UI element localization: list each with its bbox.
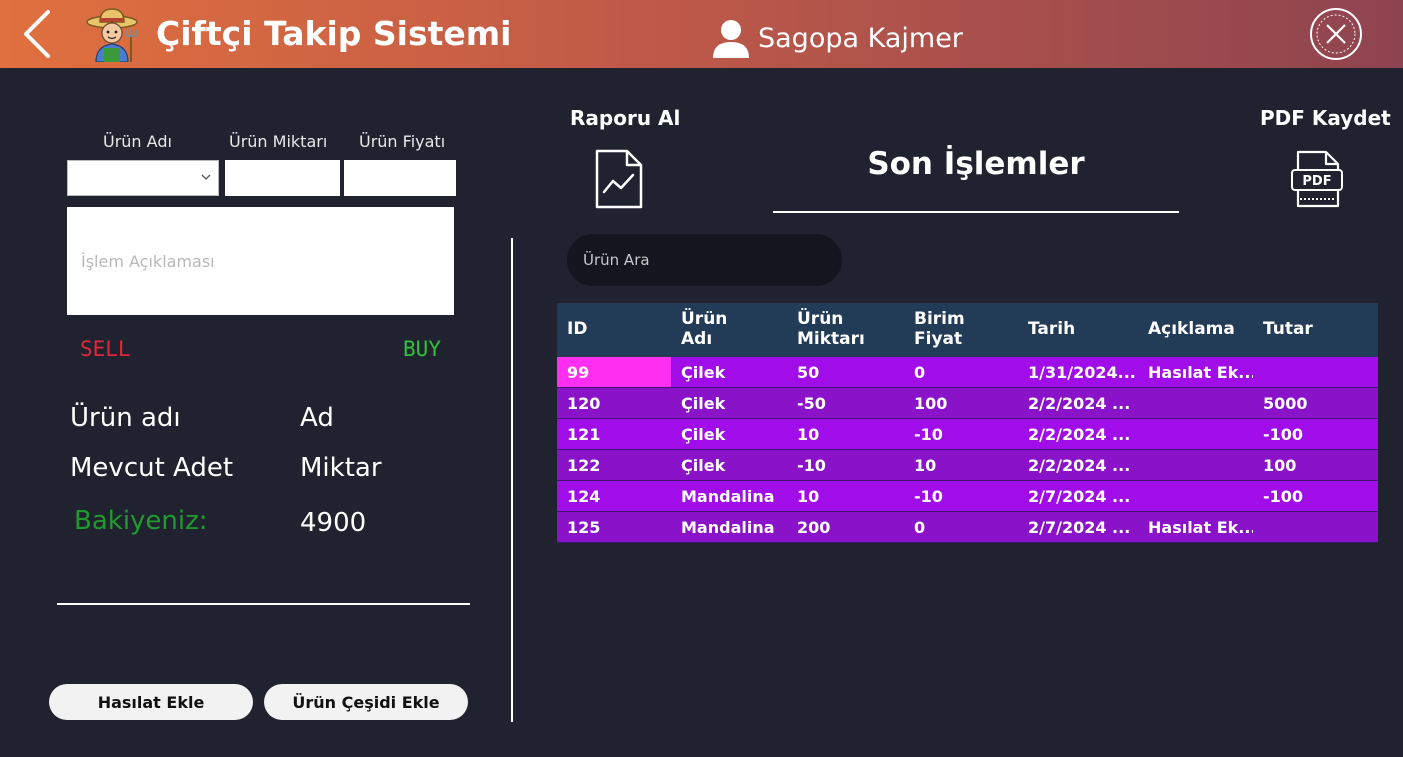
table-row[interactable]: 124 Mandalina 10 -10 2/7/2024 ... -100 <box>557 481 1378 512</box>
column-header-date[interactable]: Tarih <box>1018 303 1138 357</box>
balance-value: 4900 <box>300 508 367 538</box>
table-cell[interactable]: -10 <box>904 481 1018 511</box>
table-row[interactable]: 125 Mandalina 200 0 2/7/2024 ... Hasılat… <box>557 512 1378 543</box>
table-row[interactable]: 99 Çilek 50 0 1/31/2024... Hasılat Ek... <box>557 357 1378 388</box>
recent-transactions-title: Son İşlemler <box>867 146 1085 182</box>
table-row[interactable]: 121 Çilek 10 -10 2/2/2024 ... -100 <box>557 419 1378 450</box>
table-row[interactable]: 122 Çilek -10 10 2/2/2024 ... 100 <box>557 450 1378 481</box>
add-harvest-button[interactable]: Hasılat Ekle <box>49 684 253 720</box>
buy-button[interactable]: BUY <box>403 337 441 361</box>
table-cell[interactable]: 99 <box>557 357 671 387</box>
column-header-unit-price[interactable]: Birim Fiyat <box>904 303 1018 357</box>
panel-divider <box>511 238 513 722</box>
user-icon <box>713 20 749 58</box>
table-cell[interactable]: Çilek <box>671 419 787 449</box>
table-cell[interactable]: -50 <box>787 388 904 418</box>
column-header-product-name[interactable]: Ürün Adı <box>671 303 787 357</box>
pdf-icon-text: PDF <box>1302 174 1331 189</box>
left-divider <box>57 603 470 605</box>
table-cell[interactable]: Çilek <box>671 450 787 480</box>
table-cell[interactable]: 121 <box>557 419 671 449</box>
table-cell[interactable]: -100 <box>1253 481 1378 511</box>
add-product-type-button[interactable]: Ürün Çeşidi Ekle <box>264 684 468 720</box>
table-cell[interactable]: 100 <box>904 388 1018 418</box>
table-cell[interactable]: -100 <box>1253 419 1378 449</box>
stock-info-value: Miktar <box>300 453 382 483</box>
table-cell[interactable]: Çilek <box>671 357 787 387</box>
close-icon[interactable] <box>1308 6 1364 62</box>
table-cell[interactable]: 2/7/2024 ... <box>1018 512 1138 542</box>
table-cell[interactable] <box>1138 450 1253 480</box>
column-header-description[interactable]: Açıklama <box>1138 303 1253 357</box>
app-title: Çiftçi Takip Sistemi <box>156 14 512 53</box>
product-qty-input[interactable] <box>225 160 340 196</box>
table-row[interactable]: 120 Çilek -50 100 2/2/2024 ... 5000 <box>557 388 1378 419</box>
back-arrow-icon[interactable] <box>18 8 54 60</box>
save-pdf-label: PDF Kaydet <box>1260 106 1391 130</box>
product-name-info-value: Ad <box>300 403 334 433</box>
product-price-input[interactable] <box>344 160 456 196</box>
table-cell[interactable] <box>1138 419 1253 449</box>
table-cell[interactable]: -10 <box>904 419 1018 449</box>
table-cell[interactable] <box>1253 357 1378 387</box>
column-header-id[interactable]: ID <box>557 303 671 357</box>
transactions-table[interactable]: ID Ürün Adı Ürün Miktarı Birim Fiyat Tar… <box>557 303 1378 543</box>
product-search-input[interactable] <box>567 234 842 286</box>
user-info: Sagopa Kajmer <box>712 18 963 58</box>
table-cell[interactable]: 10 <box>787 419 904 449</box>
table-cell[interactable]: 5000 <box>1253 388 1378 418</box>
column-header-amount[interactable]: Tutar <box>1253 303 1378 357</box>
table-cell[interactable]: 124 <box>557 481 671 511</box>
table-cell[interactable]: 0 <box>904 357 1018 387</box>
table-cell[interactable]: 2/2/2024 ... <box>1018 388 1138 418</box>
table-cell[interactable]: 1/31/2024... <box>1018 357 1138 387</box>
report-chart-icon[interactable] <box>594 148 644 210</box>
user-name: Sagopa Kajmer <box>758 22 963 54</box>
title-underline <box>773 211 1179 213</box>
table-cell[interactable]: 50 <box>787 357 904 387</box>
table-cell[interactable]: Hasılat Ek... <box>1138 512 1253 542</box>
table-cell[interactable]: 2/2/2024 ... <box>1018 450 1138 480</box>
product-price-label: Ürün Fiyatı <box>359 132 446 151</box>
table-cell[interactable]: 100 <box>1253 450 1378 480</box>
table-cell[interactable]: 2/2/2024 ... <box>1018 419 1138 449</box>
get-report-label: Raporu Al <box>570 106 681 130</box>
transaction-description-input[interactable] <box>67 207 454 315</box>
pdf-file-icon[interactable]: PDF <box>1286 148 1350 210</box>
table-cell[interactable]: 122 <box>557 450 671 480</box>
table-cell[interactable]: 2/7/2024 ... <box>1018 481 1138 511</box>
table-cell[interactable]: Hasılat Ek... <box>1138 357 1253 387</box>
table-cell[interactable] <box>1138 388 1253 418</box>
table-cell[interactable]: 200 <box>787 512 904 542</box>
table-cell[interactable]: 10 <box>787 481 904 511</box>
column-header-product-qty[interactable]: Ürün Miktarı <box>787 303 904 357</box>
farmer-logo-icon <box>86 8 138 62</box>
product-name-combobox[interactable] <box>67 160 219 196</box>
table-cell[interactable]: 0 <box>904 512 1018 542</box>
table-cell[interactable]: -10 <box>787 450 904 480</box>
table-cell[interactable] <box>1138 481 1253 511</box>
product-name-info-label: Ürün adı <box>70 403 181 433</box>
table-cell[interactable]: 125 <box>557 512 671 542</box>
sell-button[interactable]: SELL <box>80 337 131 361</box>
table-cell[interactable]: Mandalina <box>671 481 787 511</box>
title-bar: Çiftçi Takip Sistemi Sagopa Kajmer <box>0 0 1403 68</box>
product-name-label: Ürün Adı <box>103 132 172 151</box>
balance-label: Bakiyeniz: <box>74 506 208 536</box>
table-cell[interactable]: Çilek <box>671 388 787 418</box>
stock-info-label: Mevcut Adet <box>70 453 234 483</box>
table-cell[interactable] <box>1253 512 1378 542</box>
table-cell[interactable]: 10 <box>904 450 1018 480</box>
table-header: ID Ürün Adı Ürün Miktarı Birim Fiyat Tar… <box>557 303 1378 357</box>
table-cell[interactable]: Mandalina <box>671 512 787 542</box>
table-cell[interactable]: 120 <box>557 388 671 418</box>
chevron-down-icon <box>201 174 211 180</box>
product-qty-label: Ürün Miktarı <box>229 132 328 151</box>
